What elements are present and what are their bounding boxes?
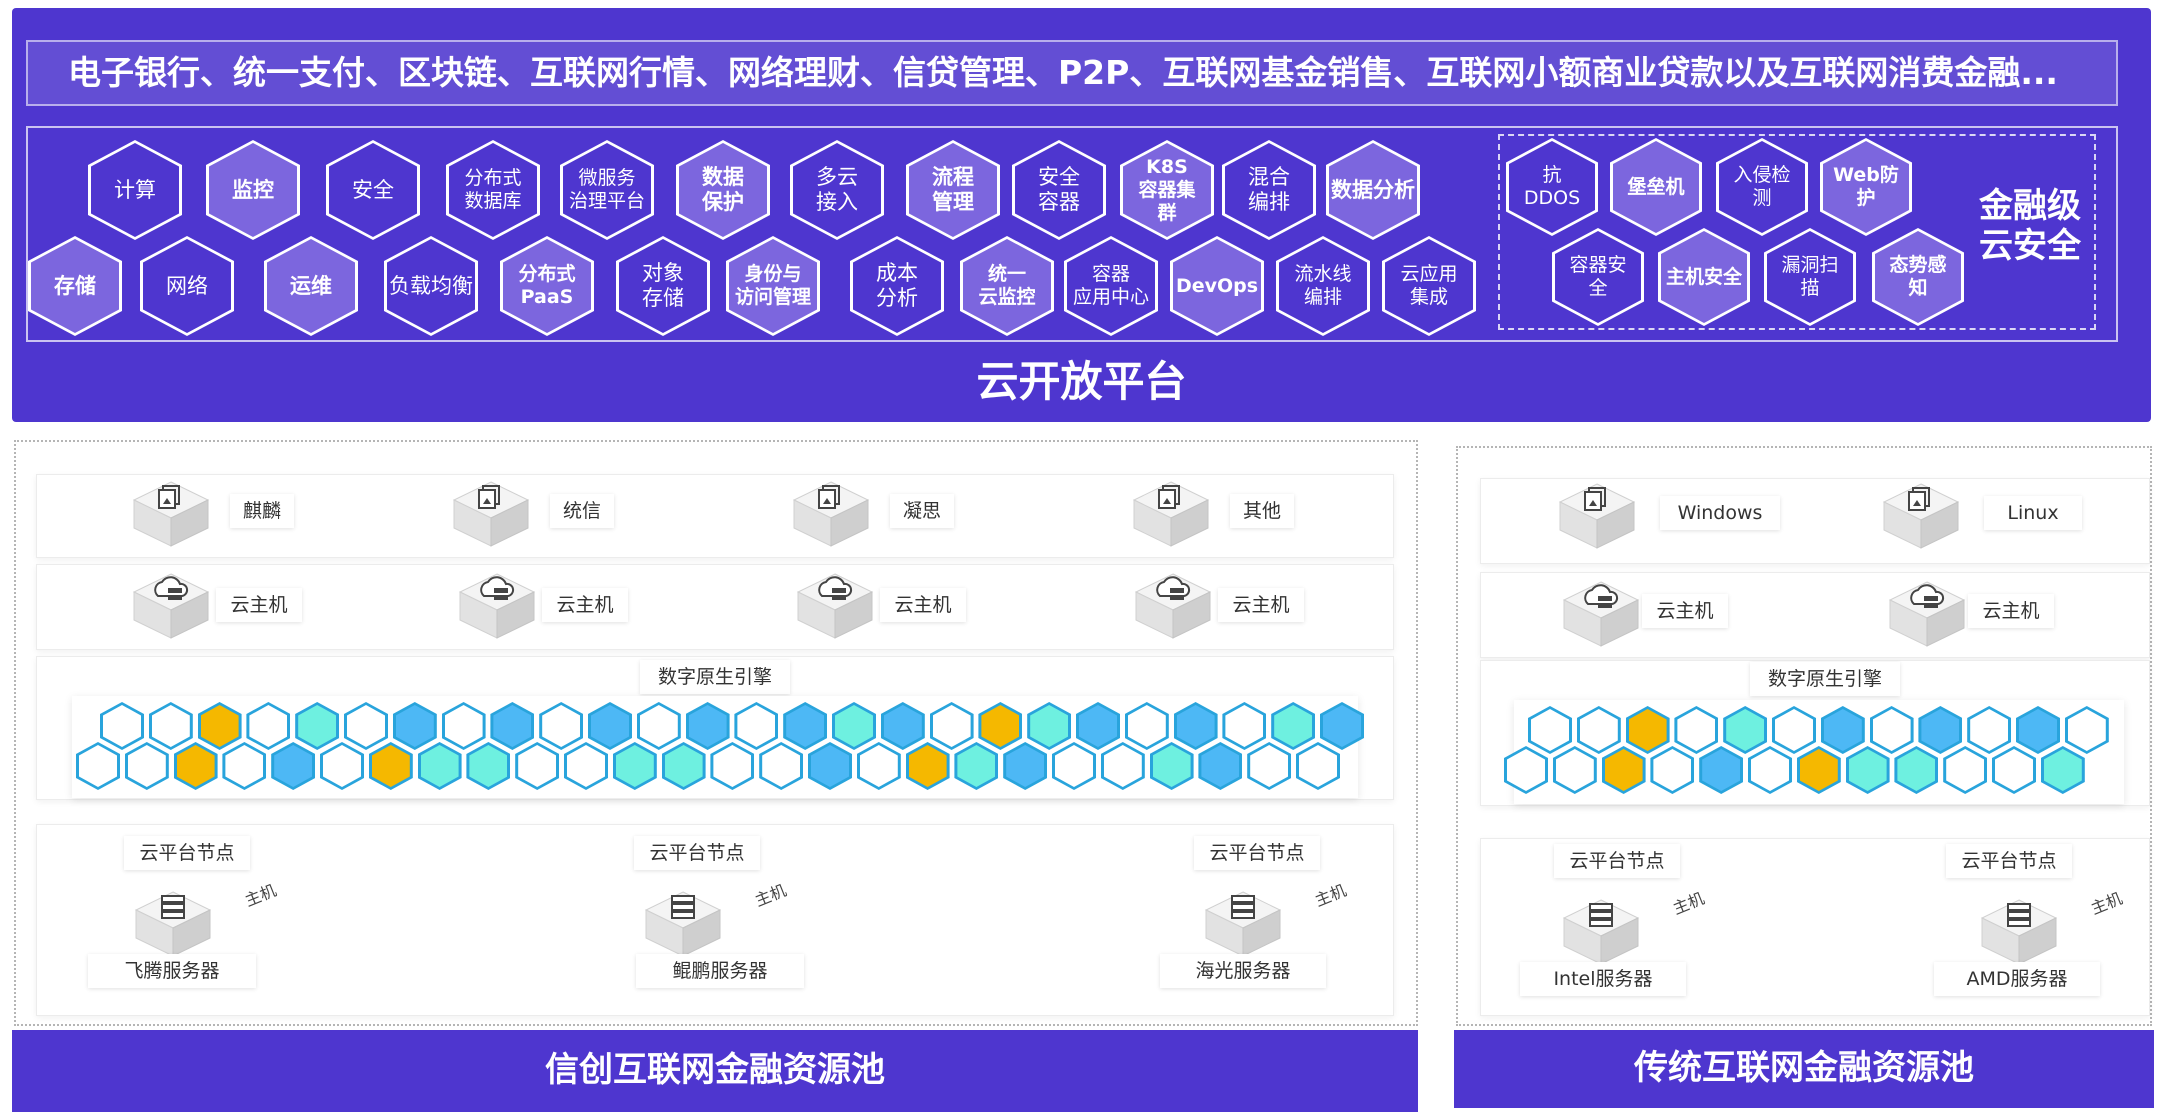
business-banner: 电子银行、统一支付、区块链、互联网行情、网络理财、信贷管理、P2P、互联网基金销… (26, 40, 2118, 106)
server-icon (134, 891, 212, 957)
service-hex-label: 对象 存储 (619, 239, 707, 333)
left-engine-label: 数字原生引擎 (640, 660, 790, 694)
service-hex-label: 安全 (329, 143, 417, 237)
server-icon (644, 891, 722, 957)
service-hex-label: 堡垒机 (1613, 141, 1699, 233)
os-image-icon (1132, 481, 1210, 547)
service-hex-label: 分布式 数据库 (449, 143, 537, 237)
service-hex-label: 容器 应用中心 (1067, 239, 1155, 333)
service-hex-label: 负载均衡 (387, 239, 475, 333)
service-hex-label: 身份与 访问管理 (729, 239, 817, 333)
cloud-host-icon (1562, 581, 1640, 647)
node-label: 云主机 (1642, 594, 1728, 628)
cloud-host-icon (1134, 573, 1212, 639)
server-icon (1562, 899, 1640, 965)
service-hex-label: 流程 管理 (909, 143, 997, 237)
node-label: 鲲鹏服务器 (636, 954, 804, 988)
service-hex-label: K8S 容器集 群 (1123, 143, 1211, 237)
service-hex-label: 态势感 知 (1875, 231, 1961, 323)
service-hex-label: 监控 (209, 143, 297, 237)
service-hex-label: 数据分析 (1329, 143, 1417, 237)
service-hex-label: 计算 (91, 143, 179, 237)
service-hex-label: Web防 护 (1823, 141, 1909, 233)
node-label: 云平台节点 (634, 836, 760, 870)
service-hex-label: 漏洞扫 描 (1767, 231, 1853, 323)
cloud-host-icon (796, 573, 874, 639)
node-label: Windows (1660, 496, 1780, 530)
node-label: 统信 (550, 494, 614, 528)
service-hex-label: DevOps (1173, 239, 1261, 333)
node-label: 云主机 (1218, 588, 1304, 622)
node-label: 云主机 (880, 588, 966, 622)
cloud-host-icon (132, 573, 210, 639)
service-hex-label: 抗 DDOS (1509, 141, 1595, 233)
os-image-icon (1558, 483, 1636, 549)
node-label: 云平台节点 (1946, 844, 2072, 878)
platform-title: 云开放平台 (976, 357, 1187, 406)
node-label: AMD服务器 (1934, 962, 2100, 996)
service-hex-label: 多云 接入 (793, 143, 881, 237)
service-hex-label: 流水线 编排 (1279, 239, 1367, 333)
node-label: 凝思 (890, 494, 954, 528)
service-hex-label: 运维 (267, 239, 355, 333)
node-label: 云主机 (1968, 594, 2054, 628)
os-image-icon (452, 481, 530, 547)
node-label: 其他 (1230, 494, 1294, 528)
service-hex-label: 云应用 集成 (1385, 239, 1473, 333)
os-image-icon (132, 481, 210, 547)
node-label: 云主机 (216, 588, 302, 622)
service-hex-label: 存储 (31, 239, 119, 333)
right-engine-label: 数字原生引擎 (1750, 662, 1900, 696)
right-pool-footer: 传统互联网金融资源池 (1454, 1030, 2154, 1108)
node-label: 云主机 (542, 588, 628, 622)
service-hex-label: 容器安 全 (1555, 231, 1641, 323)
service-hex-label: 分布式 PaaS (503, 239, 591, 333)
node-label: 云平台节点 (1554, 844, 1680, 878)
security-title: 金融级 云安全 (1979, 186, 2081, 266)
node-label: 云平台节点 (1194, 836, 1320, 870)
node-label: Linux (1984, 496, 2082, 530)
node-label: 飞腾服务器 (88, 954, 256, 988)
service-hex-label: 统一 云监控 (963, 239, 1051, 333)
left-pool-footer: 信创互联网金融资源池 (12, 1030, 1418, 1112)
node-label: 海光服务器 (1160, 954, 1326, 988)
server-icon (1980, 899, 2058, 965)
server-icon (1204, 891, 1282, 957)
service-hex-label: 主机安全 (1661, 231, 1747, 323)
cloud-host-icon (458, 573, 536, 639)
node-label: Intel服务器 (1520, 962, 1686, 996)
service-hex-label: 数据 保护 (679, 143, 767, 237)
service-hex-label: 微服务 治理平台 (563, 143, 651, 237)
node-label: 云平台节点 (124, 836, 250, 870)
service-hex-label: 安全 容器 (1015, 143, 1103, 237)
service-hex-label: 混合 编排 (1225, 143, 1313, 237)
cloud-host-icon (1888, 581, 1966, 647)
service-hex-label: 入侵检 测 (1719, 141, 1805, 233)
node-label: 麒麟 (230, 494, 294, 528)
service-hex-label: 成本 分析 (853, 239, 941, 333)
os-image-icon (792, 481, 870, 547)
os-image-icon (1882, 483, 1960, 549)
service-hex-label: 网络 (143, 239, 231, 333)
